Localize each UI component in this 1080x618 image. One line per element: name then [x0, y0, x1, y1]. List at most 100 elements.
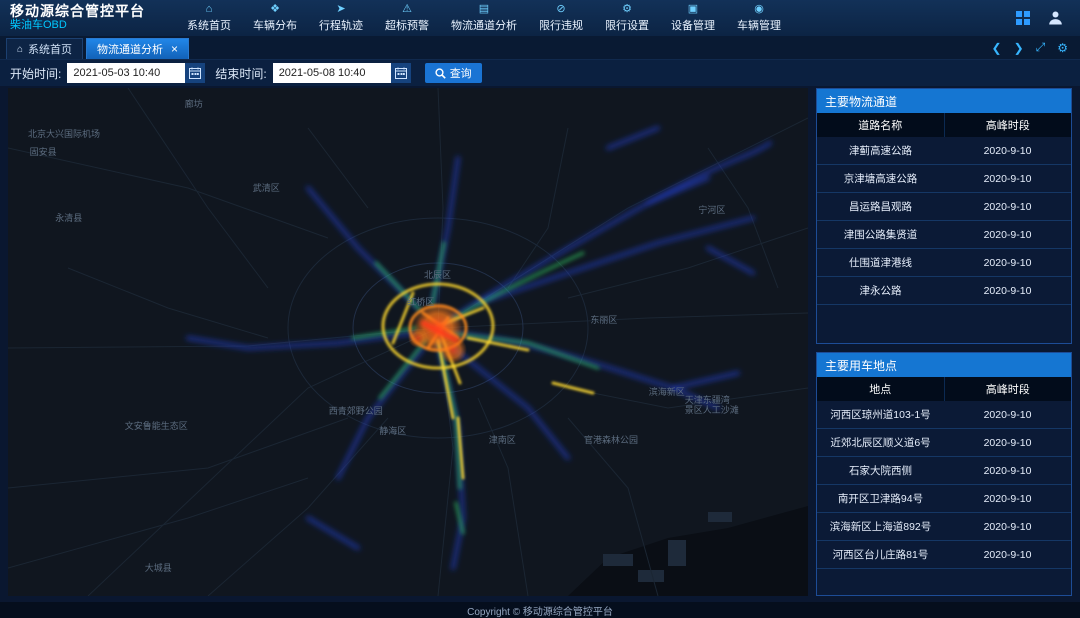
nav-item[interactable]: ⚙限行设置 [594, 0, 660, 36]
app-header: 移动源综合管控平台 柴油车OBD ⌂系统首页❖车辆分布➤行程轨迹⚠超标预警▤物流… [0, 0, 1080, 36]
table-row[interactable]: 津蓟高速公路2020-9-10 [817, 137, 1071, 165]
nav-item-label: 车辆管理 [737, 17, 781, 33]
row-name-cell: 河西区琼州道103-1号 [817, 401, 944, 428]
table-row[interactable]: 京津塘高速公路2020-9-10 [817, 165, 1071, 193]
nav-item[interactable]: ❖车辆分布 [242, 0, 308, 36]
search-button[interactable]: 查询 [425, 63, 482, 83]
row-time-cell: 2020-9-10 [944, 193, 1071, 220]
heatmap-layer [188, 128, 770, 568]
chevron-left-icon[interactable]: ❮ [992, 41, 1002, 55]
row-time-cell: 2020-9-10 [944, 137, 1071, 164]
road-layer [8, 88, 808, 596]
nav-item[interactable]: ◉车辆管理 [726, 0, 792, 36]
row-time-cell: 2020-9-10 [944, 221, 1071, 248]
nav-item[interactable]: ➤行程轨迹 [308, 0, 374, 36]
calendar-icon[interactable] [185, 63, 205, 83]
table-row[interactable]: 河西区台儿庄路81号2020-9-10 [817, 541, 1071, 569]
nav-item-label: 行程轨迹 [319, 17, 363, 33]
table-row[interactable]: 津永公路2020-9-10 [817, 277, 1071, 305]
row-time-cell: 2020-9-10 [944, 485, 1071, 512]
table-row[interactable]: 仕围道津港线2020-9-10 [817, 249, 1071, 277]
nav-item-label: 限行违规 [539, 17, 583, 33]
tab-label: 系统首页 [28, 41, 72, 57]
side-panels: 主要物流通道道路名称高峰时段津蓟高速公路2020-9-10京津塘高速公路2020… [816, 88, 1072, 596]
row-name-cell: 石家大院西侧 [817, 457, 944, 484]
tab-strip: ⌂ 系统首页物流通道分析× [6, 38, 192, 59]
heatmap-map[interactable]: 北京大兴国际机场固安县永清县廊坊武清区宁河区北辰区红桥区东丽区滨海新区津南区静海… [8, 88, 808, 596]
panel-title: 主要用车地点 [817, 353, 1071, 377]
tab-bar: ⌂ 系统首页物流通道分析× ❮ ❯ ⤢ ⚙ [0, 36, 1080, 60]
row-name-cell: 仕围道津港线 [817, 249, 944, 276]
header-right [1015, 0, 1070, 36]
nav-item[interactable]: ⊘限行违规 [528, 0, 594, 36]
row-name-cell: 昌运路昌观路 [817, 193, 944, 220]
nav-item[interactable]: ▣设备管理 [660, 0, 726, 36]
app-footer: Copyright © 移动源综合管控平台 [0, 602, 1080, 618]
tab-item[interactable]: ⌂ 系统首页 [6, 38, 83, 59]
close-icon[interactable]: × [171, 44, 178, 54]
app-subtitle: 柴油车OBD [10, 19, 172, 32]
table-row[interactable]: 南开区卫津路94号2020-9-10 [817, 485, 1071, 513]
restriction-settings-icon: ⚙ [622, 3, 632, 16]
filter-bar: 开始时间: 结束时间: 查询 [0, 60, 1080, 86]
home-icon: ⌂ [17, 44, 23, 55]
search-button-label: 查询 [450, 65, 472, 81]
distribution-icon: ❖ [270, 3, 280, 16]
column-header: 地点 [817, 377, 945, 401]
nav-item[interactable]: ⌂系统首页 [176, 0, 242, 36]
end-time-label: 结束时间: [215, 65, 266, 82]
row-name-cell: 津蓟高速公路 [817, 137, 944, 164]
column-header: 高峰时段 [945, 113, 1072, 137]
row-time-cell: 2020-9-10 [944, 513, 1071, 540]
nav-item[interactable]: ⚠超标预警 [374, 0, 440, 36]
main-nav: ⌂系统首页❖车辆分布➤行程轨迹⚠超标预警▤物流通道分析⊘限行违规⚙限行设置▣设备… [176, 0, 792, 36]
table-row[interactable]: 津围公路集贤道2020-9-10 [817, 221, 1071, 249]
row-time-cell: 2020-9-10 [944, 457, 1071, 484]
search-icon [435, 68, 446, 79]
panel-title: 主要物流通道 [817, 89, 1071, 113]
tab-item[interactable]: 物流通道分析× [86, 38, 189, 59]
row-time-cell: 2020-9-10 [944, 429, 1071, 456]
row-time-cell: 2020-9-10 [944, 249, 1071, 276]
brand: 移动源综合管控平台 柴油车OBD [10, 0, 172, 36]
nav-item[interactable]: ▤物流通道分析 [440, 0, 528, 36]
tab-controls: ❮ ❯ ⤢ ⚙ [992, 40, 1075, 59]
nav-item-label: 设备管理 [671, 17, 715, 33]
row-name-cell: 津永公路 [817, 277, 944, 304]
nav-item-label: 物流通道分析 [451, 17, 517, 33]
column-header: 高峰时段 [945, 377, 1072, 401]
fullscreen-icon[interactable]: ⤢ [1036, 40, 1046, 55]
row-name-cell: 京津塘高速公路 [817, 165, 944, 192]
start-time-label: 开始时间: [10, 65, 61, 82]
row-name-cell: 津围公路集贤道 [817, 221, 944, 248]
table-row[interactable]: 河西区琼州道103-1号2020-9-10 [817, 401, 1071, 429]
user-icon[interactable] [1047, 10, 1064, 26]
row-time-cell: 2020-9-10 [944, 165, 1071, 192]
panel-vehicle-locations: 主要用车地点地点高峰时段河西区琼州道103-1号2020-9-10近郊北辰区顺义… [816, 352, 1072, 596]
row-name-cell: 南开区卫津路94号 [817, 485, 944, 512]
start-time-input[interactable] [67, 63, 185, 83]
column-header: 道路名称 [817, 113, 945, 137]
device-icon: ▣ [688, 3, 698, 16]
map-canvas [8, 88, 808, 596]
row-name-cell: 近郊北辰区顺义道6号 [817, 429, 944, 456]
table-row[interactable]: 滨海新区上海道892号2020-9-10 [817, 513, 1071, 541]
row-name-cell: 河西区台儿庄路81号 [817, 541, 944, 568]
table-column-headers: 地点高峰时段 [817, 377, 1071, 401]
grid-menu-icon[interactable] [1015, 10, 1031, 26]
vehicle-icon: ◉ [754, 3, 764, 16]
chevron-right-icon[interactable]: ❯ [1014, 41, 1024, 55]
main-content: 北京大兴国际机场固安县永清县廊坊武清区宁河区北辰区红桥区东丽区滨海新区津南区静海… [0, 86, 1080, 602]
analysis-icon: ▤ [479, 3, 489, 16]
calendar-icon[interactable] [391, 63, 411, 83]
app-root: 移动源综合管控平台 柴油车OBD ⌂系统首页❖车辆分布➤行程轨迹⚠超标预警▤物流… [0, 0, 1080, 618]
end-time-input[interactable] [273, 63, 391, 83]
table-row[interactable]: 石家大院西侧2020-9-10 [817, 457, 1071, 485]
nav-item-label: 超标预警 [385, 17, 429, 33]
table-row[interactable]: 近郊北辰区顺义道6号2020-9-10 [817, 429, 1071, 457]
route-icon: ➤ [336, 3, 345, 16]
table-row[interactable]: 昌运路昌观路2020-9-10 [817, 193, 1071, 221]
violation-icon: ⊘ [556, 3, 565, 16]
nav-item-label: 车辆分布 [253, 17, 297, 33]
gear-icon[interactable]: ⚙ [1057, 41, 1068, 55]
